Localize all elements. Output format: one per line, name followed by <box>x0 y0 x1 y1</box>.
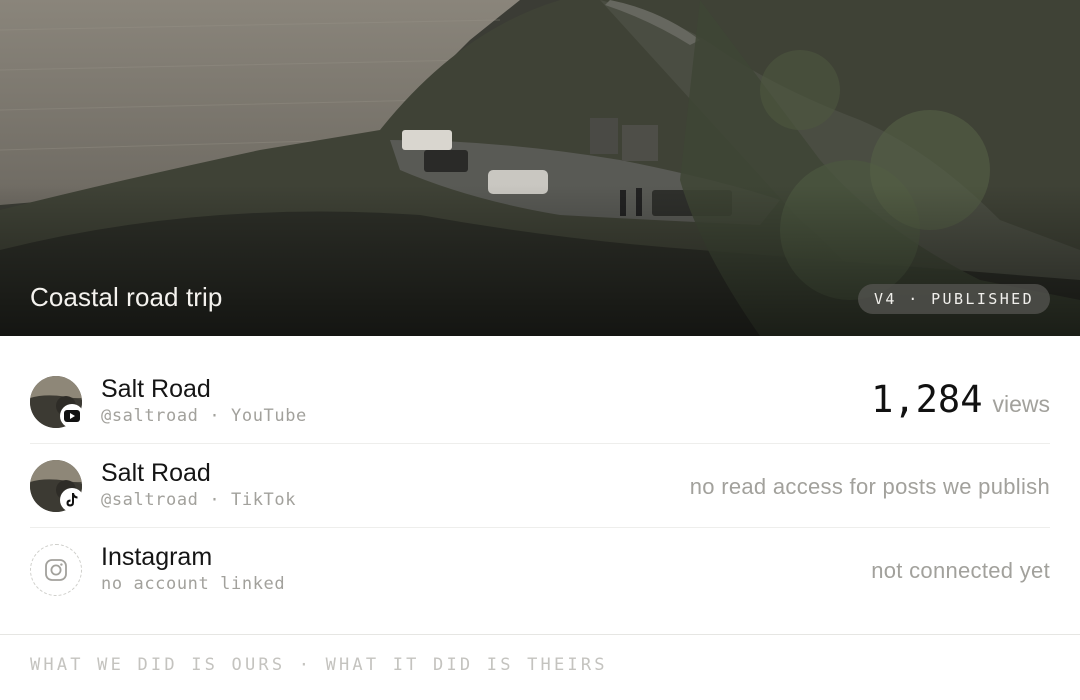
account-list: Salt Road @saltroad · YouTube 1,284 view… <box>30 360 1050 612</box>
access-note: no read access for posts we publish <box>689 474 1050 499</box>
instagram-placeholder-avatar <box>30 544 82 596</box>
account-status: no account linked <box>101 574 286 594</box>
account-name: Salt Road <box>101 375 211 403</box>
list-item-tiktok[interactable]: Salt Road @saltroad · TikTok no read acc… <box>30 444 1050 528</box>
account-name: Instagram <box>101 543 213 571</box>
account-handle: @saltroad · TikTok <box>101 490 297 510</box>
footer-divider <box>0 634 1080 635</box>
connection-note: not connected yet <box>871 558 1050 583</box>
views-label: views <box>992 391 1050 417</box>
views-number: 1,284 <box>871 378 983 421</box>
hero-banner: Coastal road trip V4 · PUBLISHED <box>0 0 1080 336</box>
list-item-instagram[interactable]: Instagram no account linked not connecte… <box>30 528 1050 612</box>
account-name: Salt Road <box>101 459 211 487</box>
instagram-icon <box>45 559 67 581</box>
list-item-youtube[interactable]: Salt Road @saltroad · YouTube 1,284 view… <box>30 360 1050 444</box>
footer-tagline: WHAT WE DID IS OURS · WHAT IT DID IS THE… <box>30 655 608 675</box>
youtube-icon <box>60 404 84 428</box>
account-handle: @saltroad · YouTube <box>101 406 307 426</box>
tiktok-icon <box>60 488 84 512</box>
status-badge: V4 · PUBLISHED <box>857 284 1050 314</box>
views-count: 1,284 views <box>871 378 1050 421</box>
page-title: Coastal road trip <box>30 282 223 312</box>
